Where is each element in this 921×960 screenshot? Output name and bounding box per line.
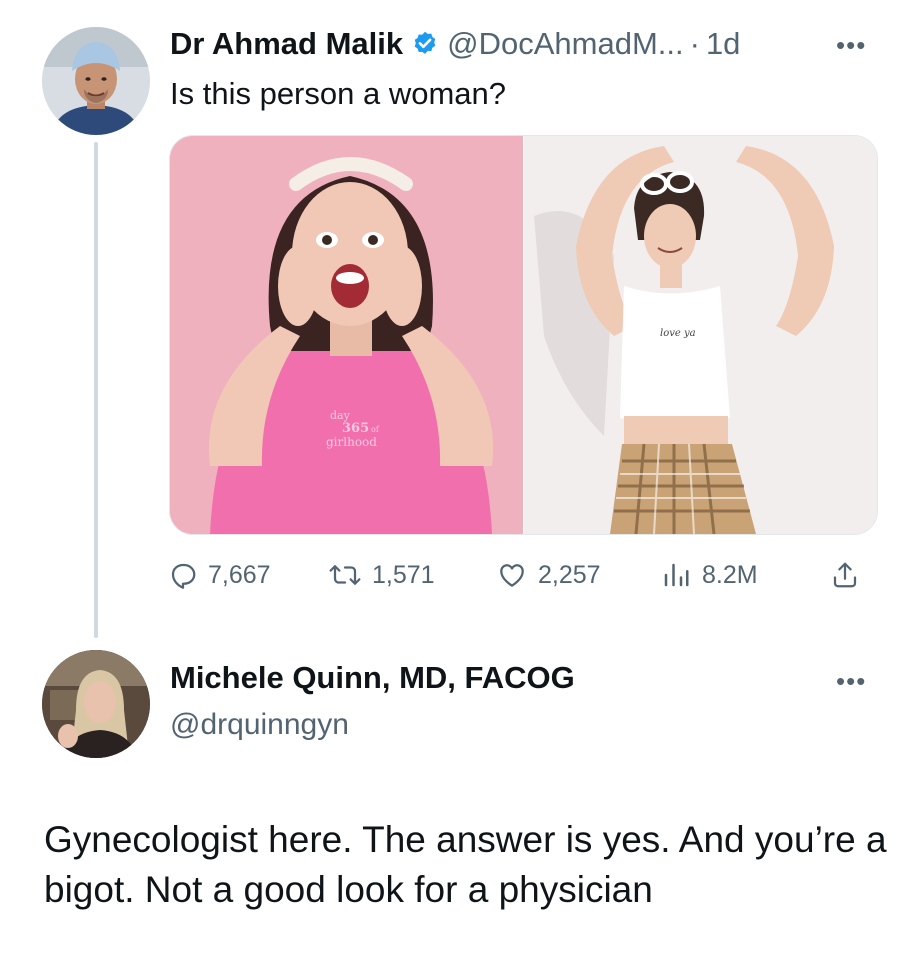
separator-dot: · bbox=[689, 26, 700, 61]
like-button[interactable]: 2,257 bbox=[496, 555, 601, 595]
tweet-timestamp[interactable]: 1d bbox=[706, 26, 740, 62]
more-options-icon[interactable]: ••• bbox=[836, 30, 866, 61]
reply-author-handle[interactable]: @drquinngyn bbox=[170, 708, 349, 742]
share-icon bbox=[833, 562, 857, 588]
heart-icon bbox=[500, 564, 524, 587]
photo-pink-tshirt[interactable]: day 365 of girlhood bbox=[170, 136, 523, 534]
analytics-bars-icon bbox=[664, 563, 689, 587]
photo-right-illustration: love ya bbox=[524, 136, 877, 534]
photo-white-croptop[interactable]: love ya bbox=[524, 136, 877, 534]
more-options-icon[interactable]: ••• bbox=[836, 666, 866, 697]
shirt-print-line3: of bbox=[371, 425, 380, 434]
author-avatar[interactable] bbox=[42, 27, 150, 135]
retweet-count: 1,571 bbox=[372, 560, 435, 589]
reply-button[interactable]: 7,667 bbox=[168, 555, 271, 595]
croptop-print: love ya bbox=[660, 328, 696, 339]
tweet-header: Dr Ahmad Malik @DocAhmadM... · 1d bbox=[170, 24, 740, 64]
verified-badge-icon bbox=[411, 30, 439, 58]
retweet-button[interactable]: 1,571 bbox=[328, 555, 435, 595]
tweet-text: Is this person a woman? bbox=[170, 76, 507, 111]
shirt-print-line4: girlhood bbox=[326, 435, 377, 449]
avatar-image bbox=[42, 27, 150, 135]
reply-text: Gynecologist here. The answer is yes. An… bbox=[44, 819, 887, 910]
tweet-media[interactable]: day 365 of girlhood love ya bbox=[169, 135, 878, 535]
retweet-icon bbox=[329, 565, 361, 585]
reply-count: 7,667 bbox=[208, 560, 271, 589]
shirt-print-line2: 365 bbox=[342, 421, 369, 436]
avatar-image bbox=[42, 650, 150, 758]
author-handle[interactable]: @DocAhmadM... bbox=[447, 26, 683, 62]
reply-icon bbox=[171, 563, 196, 589]
reply-author-name[interactable]: Michele Quinn, MD, FACOG bbox=[170, 660, 575, 696]
author-name[interactable]: Dr Ahmad Malik bbox=[170, 26, 403, 62]
view-count: 8.2M bbox=[702, 560, 758, 589]
reply-author-avatar[interactable] bbox=[42, 650, 150, 758]
tweet-action-bar: 7,667 1,571 2,257 8.2M bbox=[0, 555, 921, 595]
photo-left-illustration: day 365 of girlhood bbox=[170, 136, 523, 534]
share-button[interactable] bbox=[830, 555, 870, 595]
views-button[interactable]: 8.2M bbox=[660, 555, 758, 595]
like-count: 2,257 bbox=[538, 560, 601, 589]
